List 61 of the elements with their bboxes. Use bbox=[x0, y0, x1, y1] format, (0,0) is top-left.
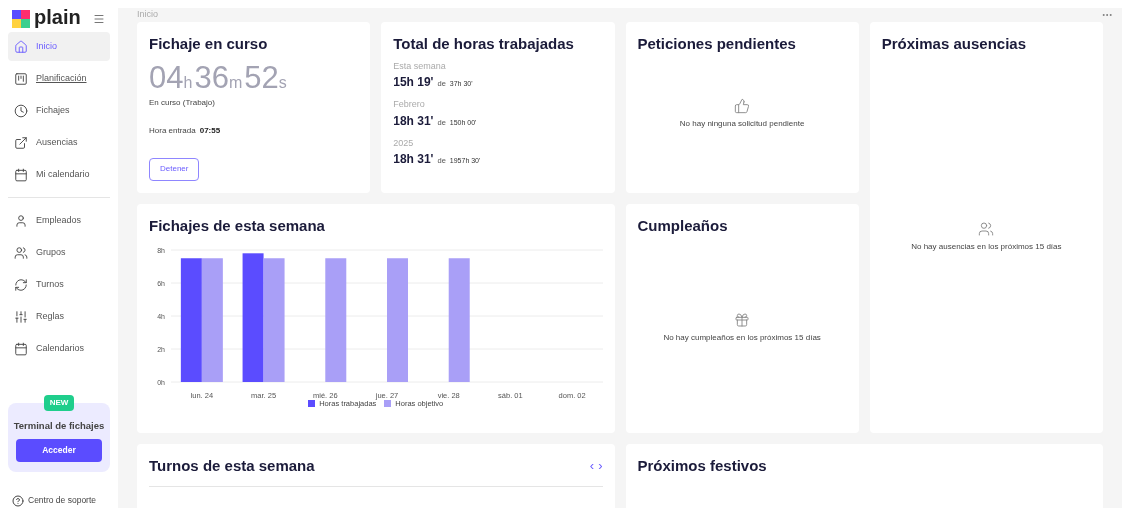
timer-unit: h bbox=[183, 74, 193, 91]
timer-value: 36 bbox=[194, 61, 229, 93]
card-title: Turnos de esta semana bbox=[149, 455, 315, 476]
users-icon bbox=[14, 245, 28, 260]
timer-value: 52 bbox=[244, 61, 279, 93]
sidebar-item[interactable]: Reglas bbox=[8, 302, 110, 331]
sidebar-item[interactable]: Turnos bbox=[8, 270, 110, 299]
sliders-icon bbox=[14, 309, 28, 324]
users-icon bbox=[978, 221, 995, 237]
hours-worked: 18h 31' bbox=[393, 112, 434, 130]
hours-worked: 18h 31' bbox=[393, 151, 434, 168]
external-link-icon bbox=[14, 135, 28, 150]
sidebar-item[interactable]: Fichajes bbox=[8, 96, 110, 125]
hours-worked: 15h 19' bbox=[393, 74, 434, 91]
help-icon bbox=[12, 494, 24, 507]
new-badge: NEW bbox=[43, 395, 75, 411]
previous-button[interactable]: ‹ bbox=[589, 455, 595, 476]
empty-message: No hay ausencias en los próximos 15 días bbox=[911, 241, 1062, 253]
home-icon bbox=[14, 39, 28, 54]
calendar-icon bbox=[14, 341, 28, 356]
refresh-icon bbox=[14, 277, 28, 292]
card-title: Total de horas trabajadas bbox=[393, 33, 575, 54]
user-icon bbox=[14, 213, 28, 228]
next-button[interactable]: › bbox=[598, 455, 603, 476]
card-title: Peticiones pendientes bbox=[637, 33, 797, 54]
logo-icon bbox=[12, 10, 30, 28]
entry-time: 07:55 bbox=[199, 124, 221, 137]
card-title: Fichaje en curso bbox=[149, 33, 269, 54]
calendar-icon bbox=[14, 167, 28, 182]
clock-status: En curso (Trabajo) bbox=[149, 96, 216, 109]
timer-value: 04 bbox=[149, 61, 184, 93]
clock-icon bbox=[14, 103, 28, 118]
empty-message: No hay ninguna solicitud pendiente bbox=[679, 118, 805, 130]
card-title: Fichajes de esta semana bbox=[149, 215, 326, 236]
period-label: 2025 bbox=[393, 136, 415, 150]
brand-name: plain bbox=[34, 7, 81, 27]
timer-unit: s bbox=[278, 74, 287, 91]
sidebar-item[interactable]: Planificación bbox=[8, 64, 110, 93]
stop-button[interactable]: Detener bbox=[149, 157, 200, 181]
empty-message: No hay cumpleaños en los próximos 15 días bbox=[663, 332, 821, 344]
sidebar-item[interactable]: Ausencias bbox=[8, 128, 110, 157]
card-title: Próximas ausencias bbox=[881, 33, 1027, 54]
entry-label: Hora entrada bbox=[149, 124, 196, 137]
sidebar-item[interactable]: Calendarios bbox=[8, 334, 110, 363]
support-link[interactable]: Centro de soporte bbox=[8, 494, 110, 507]
card-title: Próximos festivos bbox=[637, 455, 768, 476]
access-button[interactable]: Acceder bbox=[16, 439, 102, 463]
card-title: Cumpleaños bbox=[637, 215, 729, 236]
sidebar-item[interactable]: Mi calendario bbox=[8, 160, 110, 189]
gift-icon bbox=[734, 312, 751, 328]
timer-unit: m bbox=[228, 74, 243, 91]
period-label: Febrero bbox=[393, 98, 426, 111]
menu-icon[interactable] bbox=[92, 13, 105, 25]
sidebar-item[interactable]: Inicio bbox=[8, 32, 110, 61]
thumbs-up-icon bbox=[734, 98, 751, 114]
promo-title: Terminal de fichajes bbox=[13, 419, 105, 433]
sidebar-item[interactable]: Grupos bbox=[8, 238, 110, 267]
period-label: Esta semana bbox=[393, 59, 447, 73]
board-icon bbox=[14, 71, 28, 86]
breadcrumb: Inicio bbox=[137, 8, 158, 21]
sidebar-item[interactable]: Empleados bbox=[8, 206, 110, 235]
